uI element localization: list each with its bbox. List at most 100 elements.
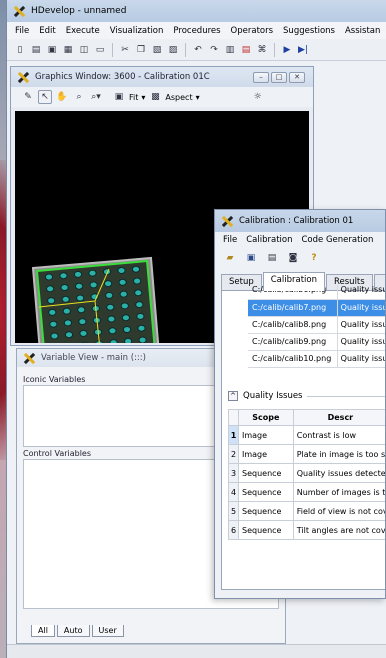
calibration-mark — [76, 294, 85, 302]
main-menubar: File Edit Execute Visualization Procedur… — [7, 22, 386, 39]
column-header-description[interactable]: Descr — [292, 409, 385, 426]
calibration-mark — [131, 265, 141, 273]
print-preview-icon[interactable]: ◫ — [77, 43, 91, 57]
pan-hand-icon[interactable]: ✋ — [55, 90, 69, 104]
maximize-button[interactable]: □ — [271, 71, 287, 83]
step-icon[interactable]: ▶| — [296, 43, 310, 57]
image-row-selected[interactable]: C:/calib/calib7.png Quality issu — [248, 300, 385, 317]
run-icon[interactable]: ▶ — [280, 43, 294, 57]
calibration-mark — [134, 289, 143, 297]
calibration-mark — [107, 315, 116, 323]
cal-menu-code-generation[interactable]: Code Generation — [301, 235, 373, 245]
calibration-mark — [135, 301, 144, 309]
table-row[interactable]: 6 Sequence Tilt angles are not cove — [228, 520, 385, 540]
save-icon[interactable]: ▣ — [45, 43, 59, 57]
variable-view-tabs: All Auto User — [31, 625, 124, 637]
table-row[interactable]: 2 Image Plate in image is too sm — [228, 444, 385, 464]
calibration-mark — [60, 284, 69, 291]
main-titlebar: HDevelop - unnamed — [7, 0, 386, 22]
fit-icon[interactable]: ▣ — [112, 90, 126, 104]
save-all-icon[interactable]: ▦ — [61, 43, 75, 57]
clipboard-icon[interactable]: ▨ — [166, 43, 180, 57]
tab-auto[interactable]: Auto — [56, 625, 90, 637]
table-row[interactable]: 5 Sequence Field of view is not cov — [228, 501, 385, 521]
save-icon[interactable]: ▣ — [244, 251, 258, 265]
quality-issues-header: ^ Quality Issues — [228, 391, 385, 401]
calibration-toolbar: ▰ ▣ ▤ ◙ ? — [215, 247, 385, 269]
calibration-mark — [120, 302, 129, 310]
variable-view-icon — [23, 352, 36, 365]
copy-icon[interactable]: ❐ — [134, 43, 148, 57]
image-row[interactable]: C:/calib/calib10.png Quality issu — [248, 351, 385, 368]
calibration-mark — [78, 318, 87, 326]
table-row[interactable]: 1 Image Contrast is low — [228, 425, 385, 445]
close-button[interactable]: ✕ — [289, 71, 305, 83]
visualization-settings-icon[interactable]: ☼ — [251, 90, 265, 104]
calibration-titlebar: Calibration : Calibration 01 — [215, 210, 385, 232]
camera-icon[interactable]: ◙ — [286, 251, 300, 265]
image-row[interactable]: C:/calib/calib6.pngQuality issu — [248, 285, 385, 300]
procedure-icon[interactable]: ▥ — [223, 43, 237, 57]
tab-calibration[interactable]: Calibration — [262, 272, 325, 291]
minimize-button[interactable]: – — [253, 71, 269, 83]
calibration-mark — [122, 326, 132, 333]
menu-suggestions[interactable]: Suggestions — [283, 26, 335, 36]
calibration-mark — [109, 339, 118, 343]
new-file-icon[interactable]: ▯ — [13, 43, 27, 57]
tab-user[interactable]: User — [91, 625, 124, 637]
aspect-dropdown-chevron-icon[interactable]: ▾ — [196, 93, 200, 102]
zoom-menu-icon[interactable]: ⌕▾ — [89, 90, 103, 104]
open-folder-icon[interactable]: ▰ — [223, 251, 237, 265]
breakpoint-icon[interactable]: ▤ — [239, 43, 253, 57]
redo-icon[interactable]: ↷ — [207, 43, 221, 57]
pointer-icon[interactable]: ↖ — [38, 90, 52, 104]
calibration-mark — [106, 303, 115, 311]
cal-menu-file[interactable]: File — [223, 235, 237, 245]
calibration-mark — [61, 295, 70, 303]
menu-procedures[interactable]: Procedures — [173, 26, 220, 36]
paste-icon[interactable]: ▧ — [150, 43, 164, 57]
hdevelop-logo-icon — [13, 5, 26, 18]
toolbar-separator — [185, 42, 186, 57]
aspect-label[interactable]: Aspect — [165, 93, 192, 102]
menu-edit[interactable]: Edit — [39, 26, 55, 36]
cut-icon[interactable]: ✂ — [118, 43, 132, 57]
calibration-mark — [64, 331, 74, 339]
menu-operators[interactable]: Operators — [231, 26, 273, 36]
zoom-icon[interactable]: ⌕ — [72, 90, 86, 104]
calibration-mark — [77, 306, 86, 314]
load-images-icon[interactable]: ▤ — [265, 251, 279, 265]
quality-issues-table: Scope Descr 1 Image Contrast is low 2 Image… — [228, 409, 385, 540]
menu-file[interactable]: File — [15, 26, 29, 36]
fit-dropdown-chevron-icon[interactable]: ▾ — [141, 93, 145, 102]
clear-window-icon[interactable]: ✎ — [21, 90, 35, 104]
calibration-mark — [137, 324, 146, 332]
undo-icon[interactable]: ↶ — [191, 43, 205, 57]
calibration-mark — [45, 285, 55, 293]
calibration-mark — [62, 307, 71, 315]
column-header-scope[interactable]: Scope — [238, 409, 294, 426]
calibration-mark — [63, 319, 73, 327]
collapse-toggle-icon[interactable]: ^ — [228, 391, 238, 401]
aspect-icon[interactable]: ▩ — [148, 90, 162, 104]
menu-execute[interactable]: Execute — [66, 26, 100, 36]
calibration-mark — [104, 280, 113, 288]
operator-icon[interactable]: ⌘ — [255, 43, 269, 57]
graphics-title: Graphics Window: 3600 - Calibration 01C — [35, 72, 210, 82]
image-list[interactable]: C:/calib/calib6.pngQuality issu C:/calib… — [248, 285, 385, 368]
table-row[interactable]: 4 Sequence Number of images is to — [228, 482, 385, 502]
fit-label[interactable]: Fit — [129, 93, 138, 102]
print-icon[interactable]: ▭ — [93, 43, 107, 57]
image-row[interactable]: C:/calib/calib8.png Quality issu — [248, 317, 385, 334]
menu-visualization[interactable]: Visualization — [110, 26, 164, 36]
graphics-titlebar: Graphics Window: 3600 - Calibration 01C … — [11, 67, 313, 87]
table-row[interactable]: 3 Sequence Quality issues detected — [228, 463, 385, 483]
help-icon[interactable]: ? — [307, 251, 321, 265]
menu-assistants[interactable]: Assistan — [345, 26, 380, 36]
tab-all[interactable]: All — [31, 625, 55, 637]
open-icon[interactable]: ▤ — [29, 43, 43, 57]
calibration-mark — [49, 320, 58, 328]
cal-menu-calibration[interactable]: Calibration — [246, 235, 292, 245]
calibration-mark — [75, 282, 84, 290]
image-row[interactable]: C:/calib/calib9.png Quality issu — [248, 334, 385, 351]
